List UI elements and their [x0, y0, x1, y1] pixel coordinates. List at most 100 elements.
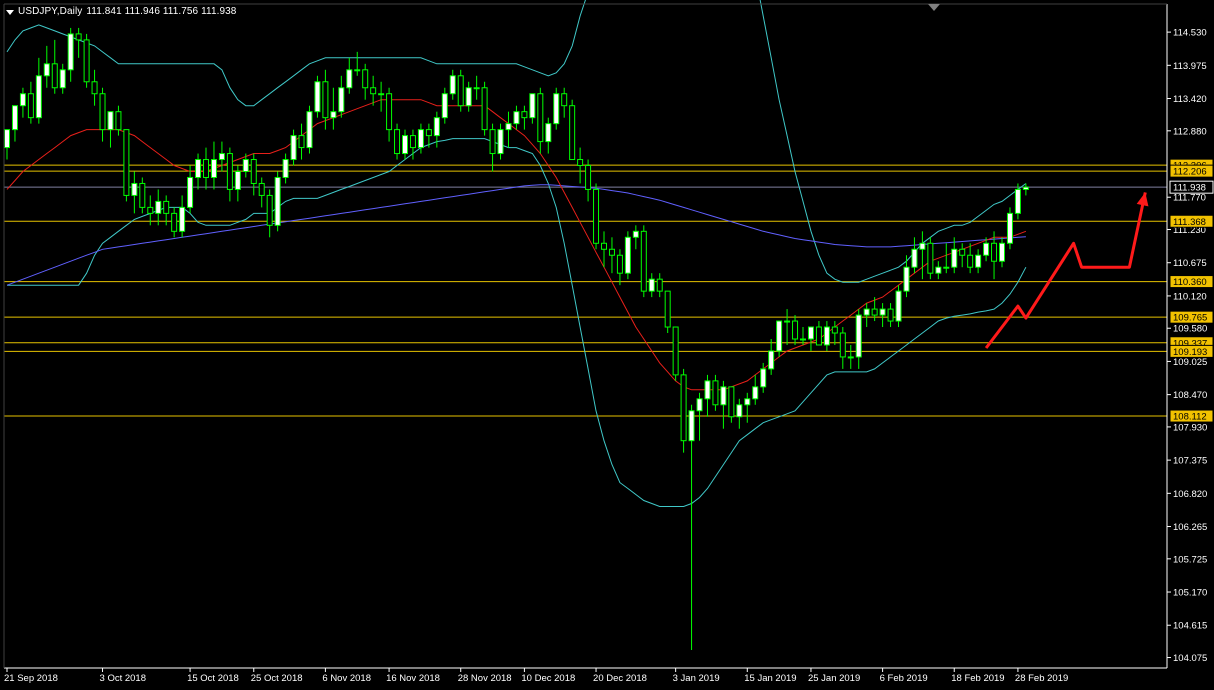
- candle: [839, 327, 846, 369]
- candle-body: [553, 93, 560, 125]
- x-tick-label: 20 Dec 2018: [593, 673, 647, 684]
- candle: [736, 398, 743, 429]
- candle: [218, 141, 225, 172]
- candle: [895, 285, 902, 328]
- candle: [593, 183, 600, 250]
- candle: [887, 303, 894, 328]
- candle-body: [927, 242, 934, 274]
- candle: [187, 165, 194, 214]
- candle: [441, 87, 448, 124]
- x-tick-label: 18 Feb 2019: [951, 673, 1004, 684]
- bollinger-upper-line: [6, 0, 1027, 283]
- candle-body: [242, 159, 249, 172]
- candle: [226, 147, 233, 202]
- candle-body: [409, 135, 416, 149]
- candle: [521, 105, 528, 130]
- candle: [784, 309, 791, 345]
- candle-body: [19, 93, 26, 107]
- candle: [354, 51, 361, 76]
- candle: [394, 123, 401, 160]
- y-tick-label: 110.120: [1173, 291, 1207, 302]
- candle-body: [728, 386, 735, 418]
- candle-body: [346, 69, 353, 89]
- candle: [601, 231, 607, 268]
- candle-body: [43, 63, 50, 77]
- candle-body: [1006, 212, 1013, 244]
- candle-body: [720, 386, 727, 406]
- candle: [338, 75, 345, 118]
- candle-body: [879, 308, 886, 316]
- candle-body: [839, 332, 846, 358]
- candle: [847, 344, 854, 369]
- candle-body: [338, 87, 345, 113]
- candle: [505, 111, 512, 148]
- candle: [210, 141, 217, 190]
- candle-body: [115, 111, 122, 131]
- candle: [330, 87, 337, 130]
- y-tick-label: 112.880: [1173, 126, 1207, 137]
- candle: [346, 57, 353, 94]
- candle-body: [529, 93, 536, 119]
- candle: [529, 93, 536, 124]
- candle: [386, 87, 393, 142]
- candle-body: [1022, 186, 1029, 190]
- candle-body: [943, 266, 950, 269]
- candle-body: [593, 188, 600, 244]
- candle-body: [959, 248, 966, 256]
- candle: [728, 386, 735, 423]
- candle-body: [871, 308, 878, 316]
- candle: [282, 153, 289, 184]
- candle-body: [402, 135, 408, 155]
- candle-body: [815, 326, 822, 346]
- x-tick-label: 28 Feb 2019: [1015, 673, 1068, 684]
- candle-body: [951, 248, 958, 268]
- candle-body: [497, 129, 504, 155]
- candle-body: [290, 135, 297, 161]
- candle: [258, 177, 265, 208]
- price-chart[interactable]: 114.530113.975113.420112.880111.770111.2…: [0, 0, 1214, 690]
- candle: [752, 374, 759, 405]
- candle-body: [210, 159, 217, 178]
- candle-body: [250, 159, 257, 184]
- candle-body: [489, 129, 496, 155]
- candle: [11, 105, 18, 142]
- candle: [51, 39, 58, 94]
- candle: [648, 273, 655, 298]
- candle: [306, 105, 313, 154]
- candle: [545, 117, 552, 154]
- candle: [1014, 183, 1021, 220]
- quote-values: 111.841 111.946 111.756 111.938: [86, 6, 237, 17]
- dropdown-arrow-icon[interactable]: [6, 9, 14, 15]
- candle-body: [67, 33, 74, 71]
- x-tick-label: 3 Oct 2018: [100, 673, 146, 684]
- candle: [664, 290, 671, 334]
- candle-body: [823, 326, 830, 346]
- y-tick-label: 105.170: [1173, 588, 1207, 599]
- candle: [43, 45, 50, 88]
- level-price-label: 108.112: [1173, 412, 1207, 423]
- y-tick-label: 113.975: [1173, 61, 1207, 72]
- x-tick-label: 6 Feb 2019: [880, 673, 928, 684]
- candle: [497, 123, 504, 160]
- candle: [720, 380, 727, 429]
- candle: [266, 189, 273, 238]
- candle-body: [744, 398, 751, 406]
- chart-window: 114.530 113.975 113.420 112.880 111.770 111.2…: [0, 0, 1214, 690]
- candle: [107, 111, 114, 148]
- candle-body: [425, 129, 432, 137]
- bollinger-lower-line: [7, 138, 1027, 507]
- chart-shift-marker-icon[interactable]: [928, 4, 940, 11]
- candle-body: [441, 93, 448, 119]
- candle: [688, 404, 695, 651]
- y-tick-label: 110.675: [1173, 258, 1207, 269]
- candle: [449, 69, 456, 100]
- candle-body: [760, 368, 767, 388]
- candle: [999, 237, 1005, 268]
- candle-body: [354, 69, 361, 72]
- candle-body: [394, 129, 401, 155]
- x-tick-label: 16 Nov 2018: [386, 673, 440, 684]
- candle-body: [784, 320, 791, 323]
- candle-body: [792, 320, 799, 340]
- candle-body: [27, 93, 34, 119]
- candle: [473, 75, 480, 100]
